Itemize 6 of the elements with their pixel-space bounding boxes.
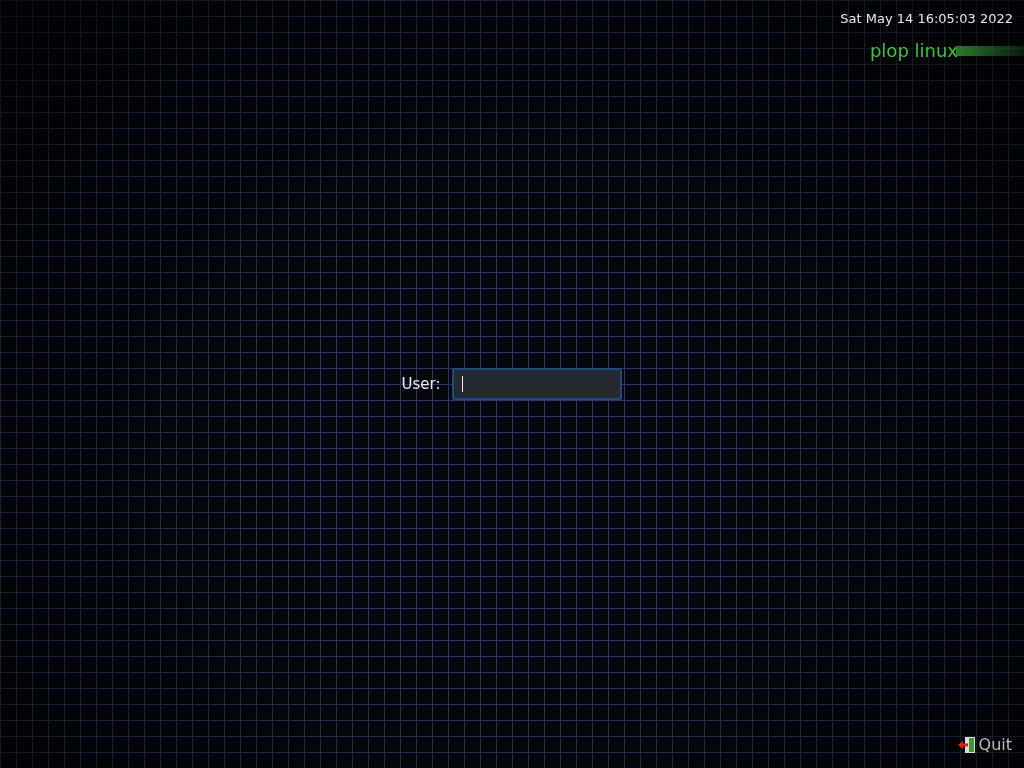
- date-time: Sat May 14 16:05:03 2022: [840, 11, 1013, 26]
- user-label: User:: [401, 375, 441, 393]
- logo-glow-bar: [956, 45, 1024, 56]
- user-input-field[interactable]: [452, 368, 623, 400]
- exit-door-icon: [956, 735, 977, 754]
- quit-button[interactable]: Quit: [956, 735, 1012, 754]
